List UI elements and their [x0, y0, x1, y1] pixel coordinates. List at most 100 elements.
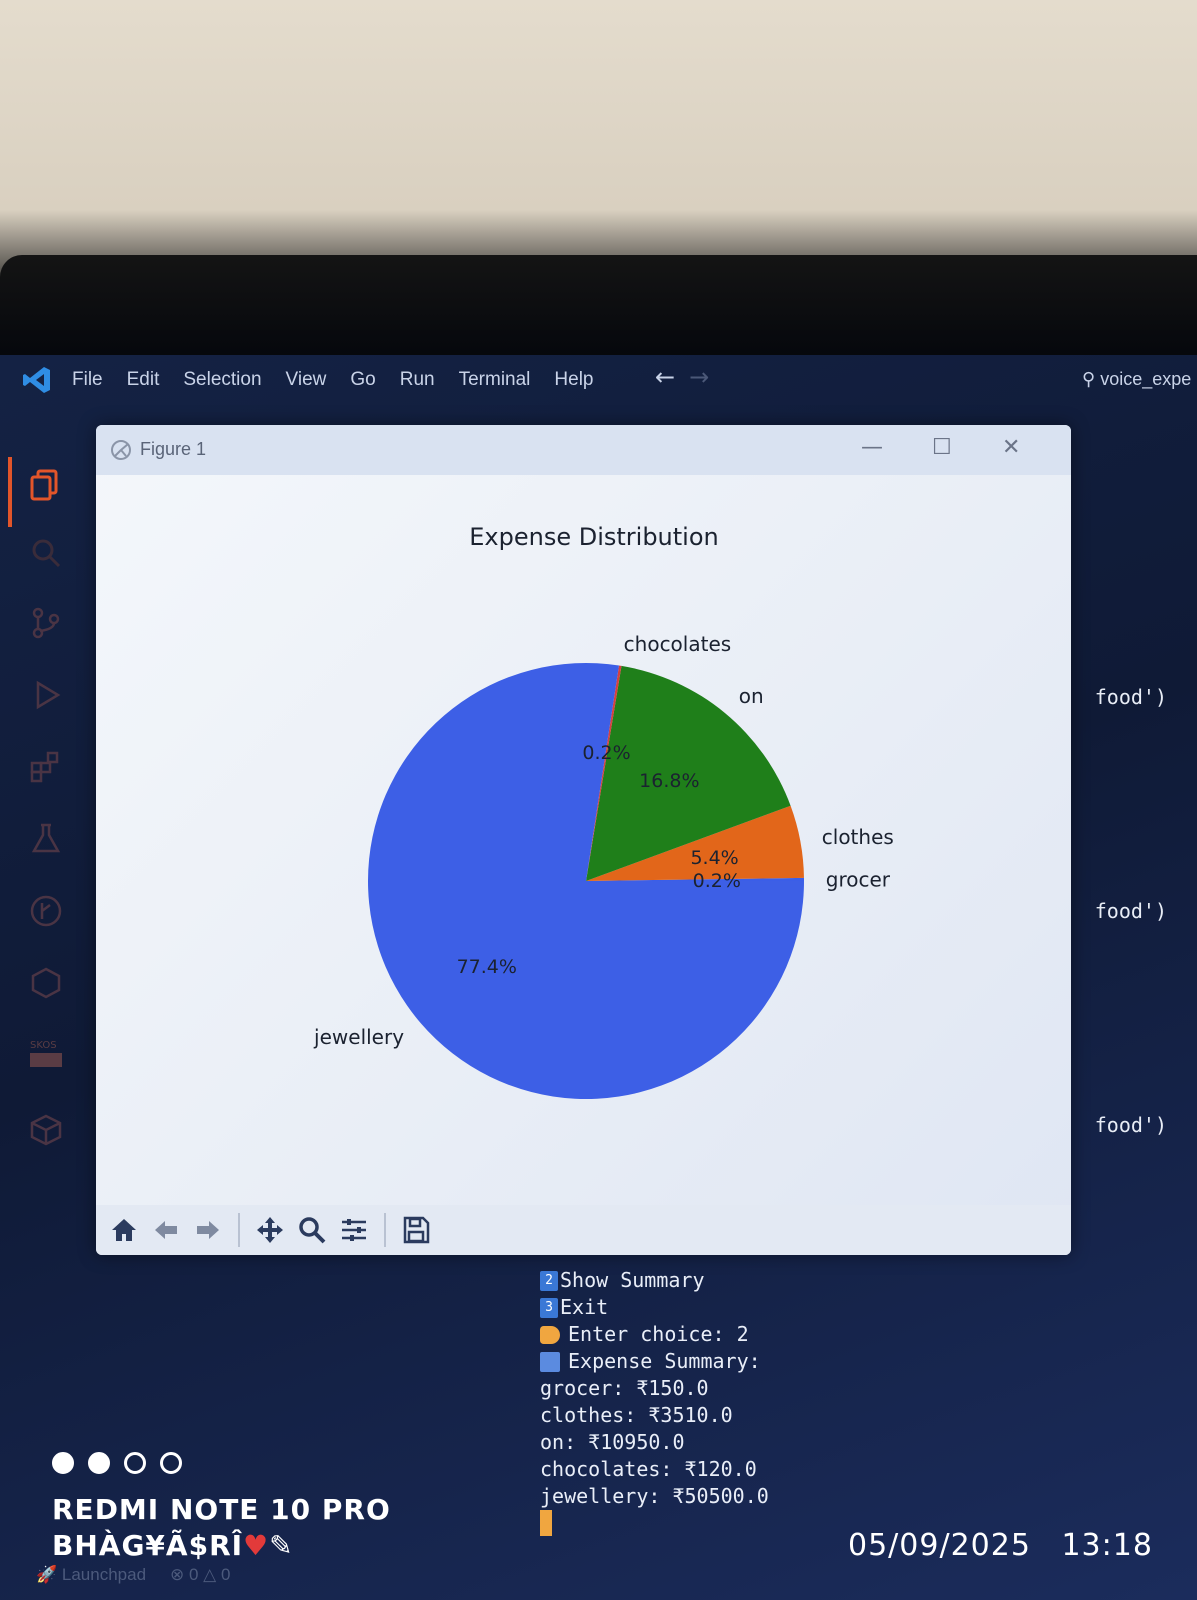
slice-label-chocolates: chocolates — [624, 632, 732, 656]
number-badge: 3 — [540, 1297, 558, 1318]
menu-run[interactable]: Run — [400, 369, 435, 391]
menu-option-show-summary: Show Summary — [560, 1268, 705, 1292]
figure-titlebar[interactable]: Figure 1 — ☐ ✕ — [96, 425, 1071, 475]
terminal-text-fragment: food') — [1094, 685, 1167, 709]
maximize-icon[interactable]: ☐ — [932, 435, 952, 460]
owner-name-line: BHÀG¥Ã$RÎ♥✎ — [52, 1528, 391, 1564]
back-arrow-icon[interactable]: ← — [655, 363, 675, 391]
toolbar-divider — [384, 1213, 386, 1247]
vscode-window: File Edit Selection View Go Run Terminal… — [0, 355, 1197, 1600]
remote-explorer-icon[interactable] — [28, 965, 68, 1005]
back-icon[interactable] — [148, 1212, 184, 1248]
terminal-line: 2 Show Summary — [540, 1267, 769, 1294]
explorer-icon[interactable] — [28, 467, 68, 507]
forward-icon[interactable] — [190, 1212, 226, 1248]
figure-title: Figure 1 — [140, 439, 207, 459]
skos-icon[interactable]: SKOS — [28, 1037, 68, 1077]
extensions-icon[interactable] — [28, 749, 68, 789]
menubar: File Edit Selection View Go Run Terminal… — [0, 355, 1197, 405]
dot-empty — [124, 1452, 146, 1474]
chart-title: Expense Distribution — [469, 523, 719, 551]
pan-icon[interactable] — [252, 1212, 288, 1248]
summary-header: Expense Summary: — [568, 1349, 761, 1373]
summary-line: jewellery: ₹50500.0 — [540, 1484, 769, 1508]
terminal-line: Enter choice: 2 — [540, 1321, 769, 1348]
monitor-bezel — [0, 255, 1197, 360]
slice-percent-clothes: 5.4% — [690, 847, 738, 869]
choice-prompt: Enter choice: 2 — [568, 1322, 749, 1346]
activity-active-indicator — [8, 457, 12, 527]
summary-line: on: ₹10950.0 — [540, 1430, 685, 1454]
matplotlib-logo-icon — [111, 440, 131, 460]
zoom-icon[interactable] — [294, 1212, 330, 1248]
slice-label-clothes: clothes — [822, 825, 894, 849]
svg-text:SKOS: SKOS — [30, 1040, 57, 1051]
problems-count: 0 △ 0 — [189, 1565, 231, 1584]
slice-percent-grocer: 0.2% — [693, 870, 741, 892]
summary-line: chocolates: ₹120.0 — [540, 1457, 757, 1481]
command-center-search[interactable]: ⚲ voice_expe — [1082, 369, 1197, 390]
configure-subplots-icon[interactable] — [336, 1212, 372, 1248]
menu-selection[interactable]: Selection — [183, 369, 261, 391]
close-icon[interactable]: ✕ — [1002, 435, 1020, 460]
dot-filled — [88, 1452, 110, 1474]
launchpad-status[interactable]: 🚀 Launchpad — [36, 1565, 146, 1585]
figure-toolbar — [96, 1205, 1071, 1255]
vscode-logo-icon — [23, 367, 50, 393]
testing-flask-icon[interactable] — [28, 821, 68, 861]
photo-datetime: 05/09/2025 13:18 — [848, 1528, 1153, 1563]
terminal-output: 2 Show Summary 3 Exit Enter choice: 2 Expe… — [540, 1267, 769, 1536]
slice-percent-on: 16.8% — [639, 770, 699, 792]
summary-line: clothes: ₹3510.0 — [540, 1403, 733, 1427]
heart-icon: ♥ — [243, 1529, 270, 1562]
search-text: voice_expe — [1100, 369, 1192, 389]
launchpad-label: Launchpad — [61, 1565, 147, 1584]
package-icon[interactable] — [28, 1111, 68, 1151]
terminal-text-fragment: food') — [1094, 899, 1167, 923]
toolbar-divider — [238, 1213, 240, 1247]
slice-percent-chocolates: 0.2% — [582, 742, 630, 764]
save-icon[interactable] — [398, 1212, 434, 1248]
run-debug-icon[interactable] — [28, 677, 68, 717]
home-icon[interactable] — [106, 1212, 142, 1248]
menu-view[interactable]: View — [286, 369, 327, 391]
nav-arrows: ← → — [655, 363, 709, 391]
menu-help[interactable]: Help — [554, 369, 593, 391]
dot-empty — [160, 1452, 182, 1474]
slice-percent-jewellery: 77.4% — [457, 956, 517, 978]
problems-status[interactable]: ⊗ 0 △ 0 — [170, 1565, 230, 1585]
number-badge: 2 — [540, 1270, 558, 1291]
terminal-cursor-line — [540, 1510, 769, 1536]
summary-line: grocer: ₹150.0 — [540, 1376, 709, 1400]
pen-icon: ✎ — [269, 1529, 294, 1562]
terminal-text-fragment: food') — [1094, 1113, 1167, 1137]
slice-label-jewellery: jewellery — [313, 1025, 404, 1049]
minimize-icon[interactable]: — — [861, 435, 883, 460]
terminal-line: Expense Summary: — [540, 1348, 769, 1375]
dot-filled — [52, 1452, 74, 1474]
activity-bar: SKOS — [0, 405, 90, 1595]
terminal-line: 3 Exit — [540, 1294, 769, 1321]
search-icon[interactable] — [28, 535, 68, 575]
status-bar: 🚀 Launchpad ⊗ 0 △ 0 — [36, 1565, 230, 1585]
menu-terminal[interactable]: Terminal — [459, 369, 531, 391]
menu: File Edit Selection View Go Run Terminal… — [72, 369, 594, 391]
terminal-cursor[interactable] — [540, 1510, 552, 1536]
slice-label-on: on — [739, 684, 764, 708]
photo-date: 05/09/2025 — [848, 1528, 1031, 1563]
photo-time: 13:18 — [1061, 1528, 1153, 1563]
menu-option-exit: Exit — [560, 1295, 609, 1319]
menu-go[interactable]: Go — [350, 369, 375, 391]
menu-edit[interactable]: Edit — [127, 369, 160, 391]
device-name: REDMI NOTE 10 PRO — [52, 1493, 391, 1526]
owner-name: BHÀG¥Ã$RÎ — [52, 1529, 244, 1562]
menu-file[interactable]: File — [72, 369, 103, 391]
matplotlib-figure-window: Figure 1 — ☐ ✕ Expense Distribution groc… — [96, 425, 1071, 1255]
camera-watermark: REDMI NOTE 10 PRO BHÀG¥Ã$RÎ♥✎ — [52, 1492, 391, 1564]
forward-arrow-icon[interactable]: → — [689, 363, 709, 391]
git-graph-icon[interactable] — [28, 893, 68, 933]
source-control-icon[interactable] — [28, 605, 68, 645]
pie-chart: Expense Distribution grocer 0.2% clothes 5.… — [313, 523, 894, 1099]
camera-page-dots — [52, 1452, 182, 1474]
pointing-hand-icon — [540, 1325, 560, 1344]
